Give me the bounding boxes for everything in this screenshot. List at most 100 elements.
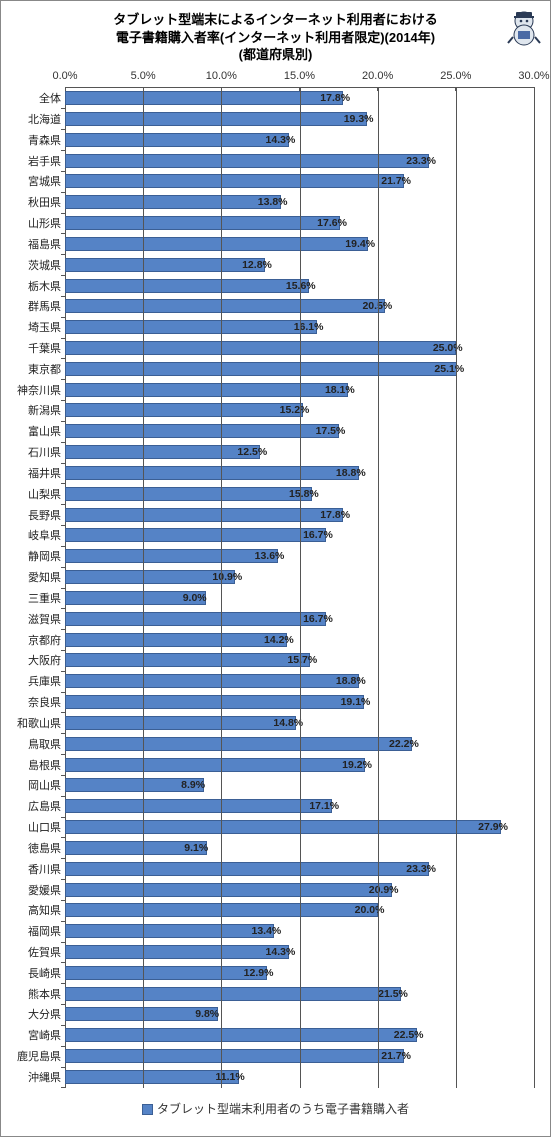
category-label: 佐賀県 [7,944,61,960]
category-label: 全体 [7,90,61,106]
value-label: 9.0% [183,592,207,604]
category-label: 福井県 [7,465,61,481]
value-label: 15.6% [286,280,316,292]
gridline [221,88,222,1088]
value-label: 14.3% [266,134,296,146]
legend-label: タブレット型端末利用者のうち電子書籍購入者 [157,1102,409,1116]
bar: 20.9% [65,883,392,897]
category-label: 大阪府 [7,652,61,668]
bar: 15.2% [65,403,303,417]
gridline [143,88,144,1088]
legend-swatch [142,1104,153,1115]
category-label: 秋田県 [7,194,61,210]
bar: 13.6% [65,549,278,563]
x-tick-label: 25.0% [440,70,471,82]
category-label: 滋賀県 [7,611,61,627]
value-label: 25.0% [433,342,463,354]
value-label: 17.1% [309,800,339,812]
category-label: 三重県 [7,590,61,606]
category-label: 長崎県 [7,965,61,981]
bar: 19.1% [65,695,364,709]
category-tick [61,1087,65,1088]
category-label: 島根県 [7,757,61,773]
category-label: 徳島県 [7,840,61,856]
value-label: 13.8% [258,196,288,208]
bar: 13.8% [65,195,281,209]
x-tick-label: 20.0% [362,70,393,82]
bar: 9.1% [65,841,207,855]
category-label: 青森県 [7,132,61,148]
category-label: 東京都 [7,361,61,377]
x-tick-label: 15.0% [284,70,315,82]
category-label: 福岡県 [7,923,61,939]
plot-area: 全体17.8%北海道19.3%青森県14.3%岩手県23.3%宮城県21.7%秋… [65,88,534,1088]
category-label: 沖縄県 [7,1069,61,1085]
value-label: 20.0% [355,904,385,916]
bar: 17.8% [65,91,343,105]
value-label: 17.5% [316,425,346,437]
x-axis: 0.0%5.0%10.0%15.0%20.0%25.0%30.0% [65,70,534,88]
value-label: 9.1% [184,842,208,854]
bar: 18.8% [65,466,359,480]
bar: 18.1% [65,383,348,397]
category-label: 大分県 [7,1006,61,1022]
category-label: 和歌山県 [7,715,61,731]
category-label: 兵庫県 [7,673,61,689]
category-label: 千葉県 [7,340,61,356]
bar: 17.8% [65,508,343,522]
bar: 12.5% [65,445,260,459]
category-label: 宮崎県 [7,1027,61,1043]
category-label: 石川県 [7,444,61,460]
bar: 16.7% [65,612,326,626]
bar: 8.9% [65,778,204,792]
value-label: 22.5% [394,1029,424,1041]
category-label: 愛媛県 [7,882,61,898]
bar: 14.3% [65,945,289,959]
chart-container: タブレット型端末によるインターネット利用者における 電子書籍購入者率(インターネ… [0,0,551,1137]
bar: 23.3% [65,862,429,876]
bar: 9.0% [65,591,206,605]
bar: 22.2% [65,737,412,751]
bar: 16.7% [65,528,326,542]
category-label: 京都府 [7,632,61,648]
bar: 22.5% [65,1028,417,1042]
bar: 18.8% [65,674,359,688]
value-label: 14.3% [266,946,296,958]
bar: 14.2% [65,633,287,647]
bar: 19.2% [65,758,365,772]
bar: 9.8% [65,1007,218,1021]
value-label: 12.8% [242,259,272,271]
value-label: 10.9% [212,571,242,583]
category-label: 群馬県 [7,298,61,314]
value-label: 16.7% [303,529,333,541]
legend: タブレット型端末利用者のうち電子書籍購入者 [7,1100,544,1117]
bar: 17.5% [65,424,339,438]
value-label: 19.4% [345,238,375,250]
title-line-3: (都道府県別) [7,46,544,64]
value-label: 17.6% [317,217,347,229]
category-label: 山口県 [7,819,61,835]
category-label: 神奈川県 [7,382,61,398]
category-label: 富山県 [7,423,61,439]
value-label: 21.7% [381,1050,411,1062]
value-label: 15.7% [287,654,317,666]
category-label: 奈良県 [7,694,61,710]
value-label: 19.2% [342,759,372,771]
category-label: 高知県 [7,902,61,918]
value-label: 20.9% [369,884,399,896]
category-label: 新潟県 [7,402,61,418]
x-tick-label: 30.0% [518,70,549,82]
value-label: 25.1% [434,363,464,375]
category-label: 埼玉県 [7,319,61,335]
value-label: 16.1% [294,321,324,333]
bar: 19.4% [65,237,368,251]
value-label: 18.1% [325,384,355,396]
value-label: 19.1% [341,696,371,708]
value-label: 22.2% [389,738,419,750]
value-label: 11.1% [216,1071,245,1083]
bar: 27.9% [65,820,501,834]
bar: 25.0% [65,341,456,355]
gridline [534,88,535,1088]
bar: 12.8% [65,258,265,272]
chart-title: タブレット型端末によるインターネット利用者における 電子書籍購入者率(インターネ… [7,11,544,64]
